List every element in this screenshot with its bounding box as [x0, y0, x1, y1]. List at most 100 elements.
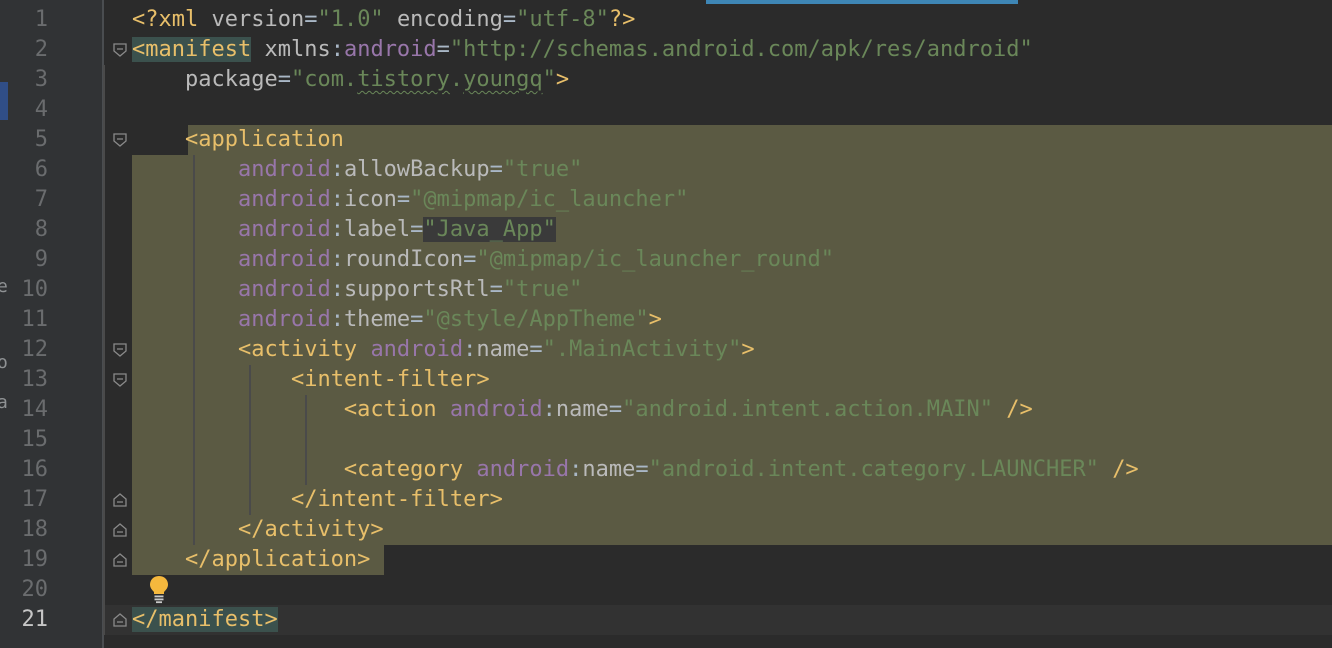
code-token: = [396, 187, 411, 212]
code-token: xmlns [264, 37, 331, 62]
code-token: name [476, 337, 530, 362]
code-token: "Java_App" [423, 217, 556, 242]
code-token: android [476, 457, 570, 482]
code-token: <manifest [132, 37, 252, 62]
code-text: android:icon="@mipmap/ic_launcher" [132, 185, 688, 215]
line-number: 10 [21, 277, 49, 302]
code-editor[interactable]: e o a 1 <?xml version="1.0" encoding="utf… [0, 0, 1332, 648]
code-text: </manifest> [132, 605, 278, 635]
fold-end-icon[interactable] [113, 493, 127, 507]
fold-end-icon[interactable] [113, 523, 127, 537]
lightbulb-icon[interactable] [148, 574, 170, 604]
code-line[interactable]: 14 <action android:name="android.intent.… [0, 395, 1332, 425]
code-text: package="com.tistory.youngq"> [132, 65, 569, 95]
fold-end-icon[interactable] [113, 553, 127, 567]
indent-guide [103, 65, 105, 635]
line-number: 11 [21, 307, 49, 332]
code-line[interactable]: 11 android:theme="@style/AppTheme"> [0, 305, 1332, 335]
line-number: 12 [21, 337, 49, 362]
code-token: icon [343, 187, 397, 212]
line-number: 7 [34, 187, 48, 212]
indent-guide [193, 155, 195, 545]
code-text: <activity android:name=".MainActivity"> [132, 335, 755, 365]
line-number: 20 [21, 577, 49, 602]
code-token: supportsRtl [343, 277, 490, 302]
code-line[interactable]: 20 [0, 575, 1332, 605]
code-text: </intent-filter> [132, 485, 503, 515]
code-token: = [410, 217, 424, 242]
code-line[interactable]: 13 <intent-filter> [0, 365, 1332, 395]
line-number: 18 [21, 517, 49, 542]
code-token: android [449, 397, 543, 422]
line-number: 19 [21, 547, 49, 572]
line-number: 14 [21, 397, 49, 422]
code-line[interactable]: 7 android:icon="@mipmap/ic_launcher" [0, 185, 1332, 215]
code-token: android [237, 277, 331, 302]
fold-marker-icon[interactable] [113, 343, 127, 357]
line-number: 4 [34, 97, 48, 122]
code-token: : [463, 337, 477, 362]
code-token: "@mipmap/ic_launcher" [410, 187, 689, 212]
code-line[interactable]: 21 </manifest> [0, 605, 1332, 635]
code-line[interactable]: 18 </activity> [0, 515, 1332, 545]
code-token: <activity [237, 337, 358, 362]
code-line[interactable]: 12 <activity android:name=".MainActivity… [0, 335, 1332, 365]
code-token: "com. [290, 67, 358, 92]
code-token: theme [343, 307, 411, 332]
code-token: encoding [396, 7, 503, 32]
code-token: : [330, 157, 344, 182]
code-token: <?xml [132, 7, 212, 32]
code-text: </activity> [132, 515, 384, 545]
code-text: android:label="Java_App" [132, 215, 556, 245]
code-line[interactable]: 2 <manifest xmlns:android="http://schemas… [0, 35, 1332, 65]
code-token: roundIcon [343, 247, 464, 272]
code-text: android:supportsRtl="true" [132, 275, 582, 305]
code-line[interactable]: 10 android:supportsRtl="true" [0, 275, 1332, 305]
code-token: : [542, 397, 556, 422]
code-token: youngq [463, 67, 543, 92]
code-token: "true" [502, 277, 583, 302]
code-token: allowBackup [343, 157, 490, 182]
code-line[interactable]: 8 android:label="Java_App" [0, 215, 1332, 245]
code-text: <action android:name="android.intent.act… [132, 395, 1033, 425]
code-line[interactable]: 19 </application> [0, 545, 1332, 575]
line-number: 13 [21, 367, 49, 392]
code-line[interactable]: 15 [0, 425, 1332, 455]
code-line[interactable]: 6 android:allowBackup="true" [0, 155, 1332, 185]
code-line[interactable]: 9 android:roundIcon="@mipmap/ic_launcher… [0, 245, 1332, 275]
code-token: "android.intent.category.LAUNCHER" [648, 457, 1099, 482]
code-token: android [237, 307, 331, 332]
code-text: android:allowBackup="true" [132, 155, 582, 185]
code-text: <application [132, 125, 344, 155]
code-line[interactable]: 3 package="com.tistory.youngq"> [0, 65, 1332, 95]
code-line[interactable]: 5 <application [0, 125, 1332, 155]
fold-marker-icon[interactable] [113, 373, 127, 387]
line-number: 16 [21, 457, 49, 482]
code-token: "1.0" [317, 7, 384, 32]
fold-marker-icon[interactable] [113, 43, 127, 57]
code-token: "http://schemas.android.com/apk/res/andr… [449, 37, 1033, 62]
code-token: = [304, 7, 318, 32]
line-number: 2 [34, 37, 48, 62]
code-token: ".MainActivity" [542, 337, 742, 362]
fold-end-icon[interactable] [113, 613, 127, 627]
code-line[interactable]: 17 </intent-filter> [0, 485, 1332, 515]
code-token: <action [343, 397, 437, 422]
code-token: : [569, 457, 583, 482]
code-line[interactable]: 16 <category android:name="android.inten… [0, 455, 1332, 485]
horizontal-scroll-indicator[interactable] [706, 0, 1018, 4]
fold-marker-icon[interactable] [113, 133, 127, 147]
code-token: = [410, 307, 424, 332]
code-line[interactable]: 1 <?xml version="1.0" encoding="utf-8"?> [0, 5, 1332, 35]
code-line[interactable]: 4 [0, 95, 1332, 125]
